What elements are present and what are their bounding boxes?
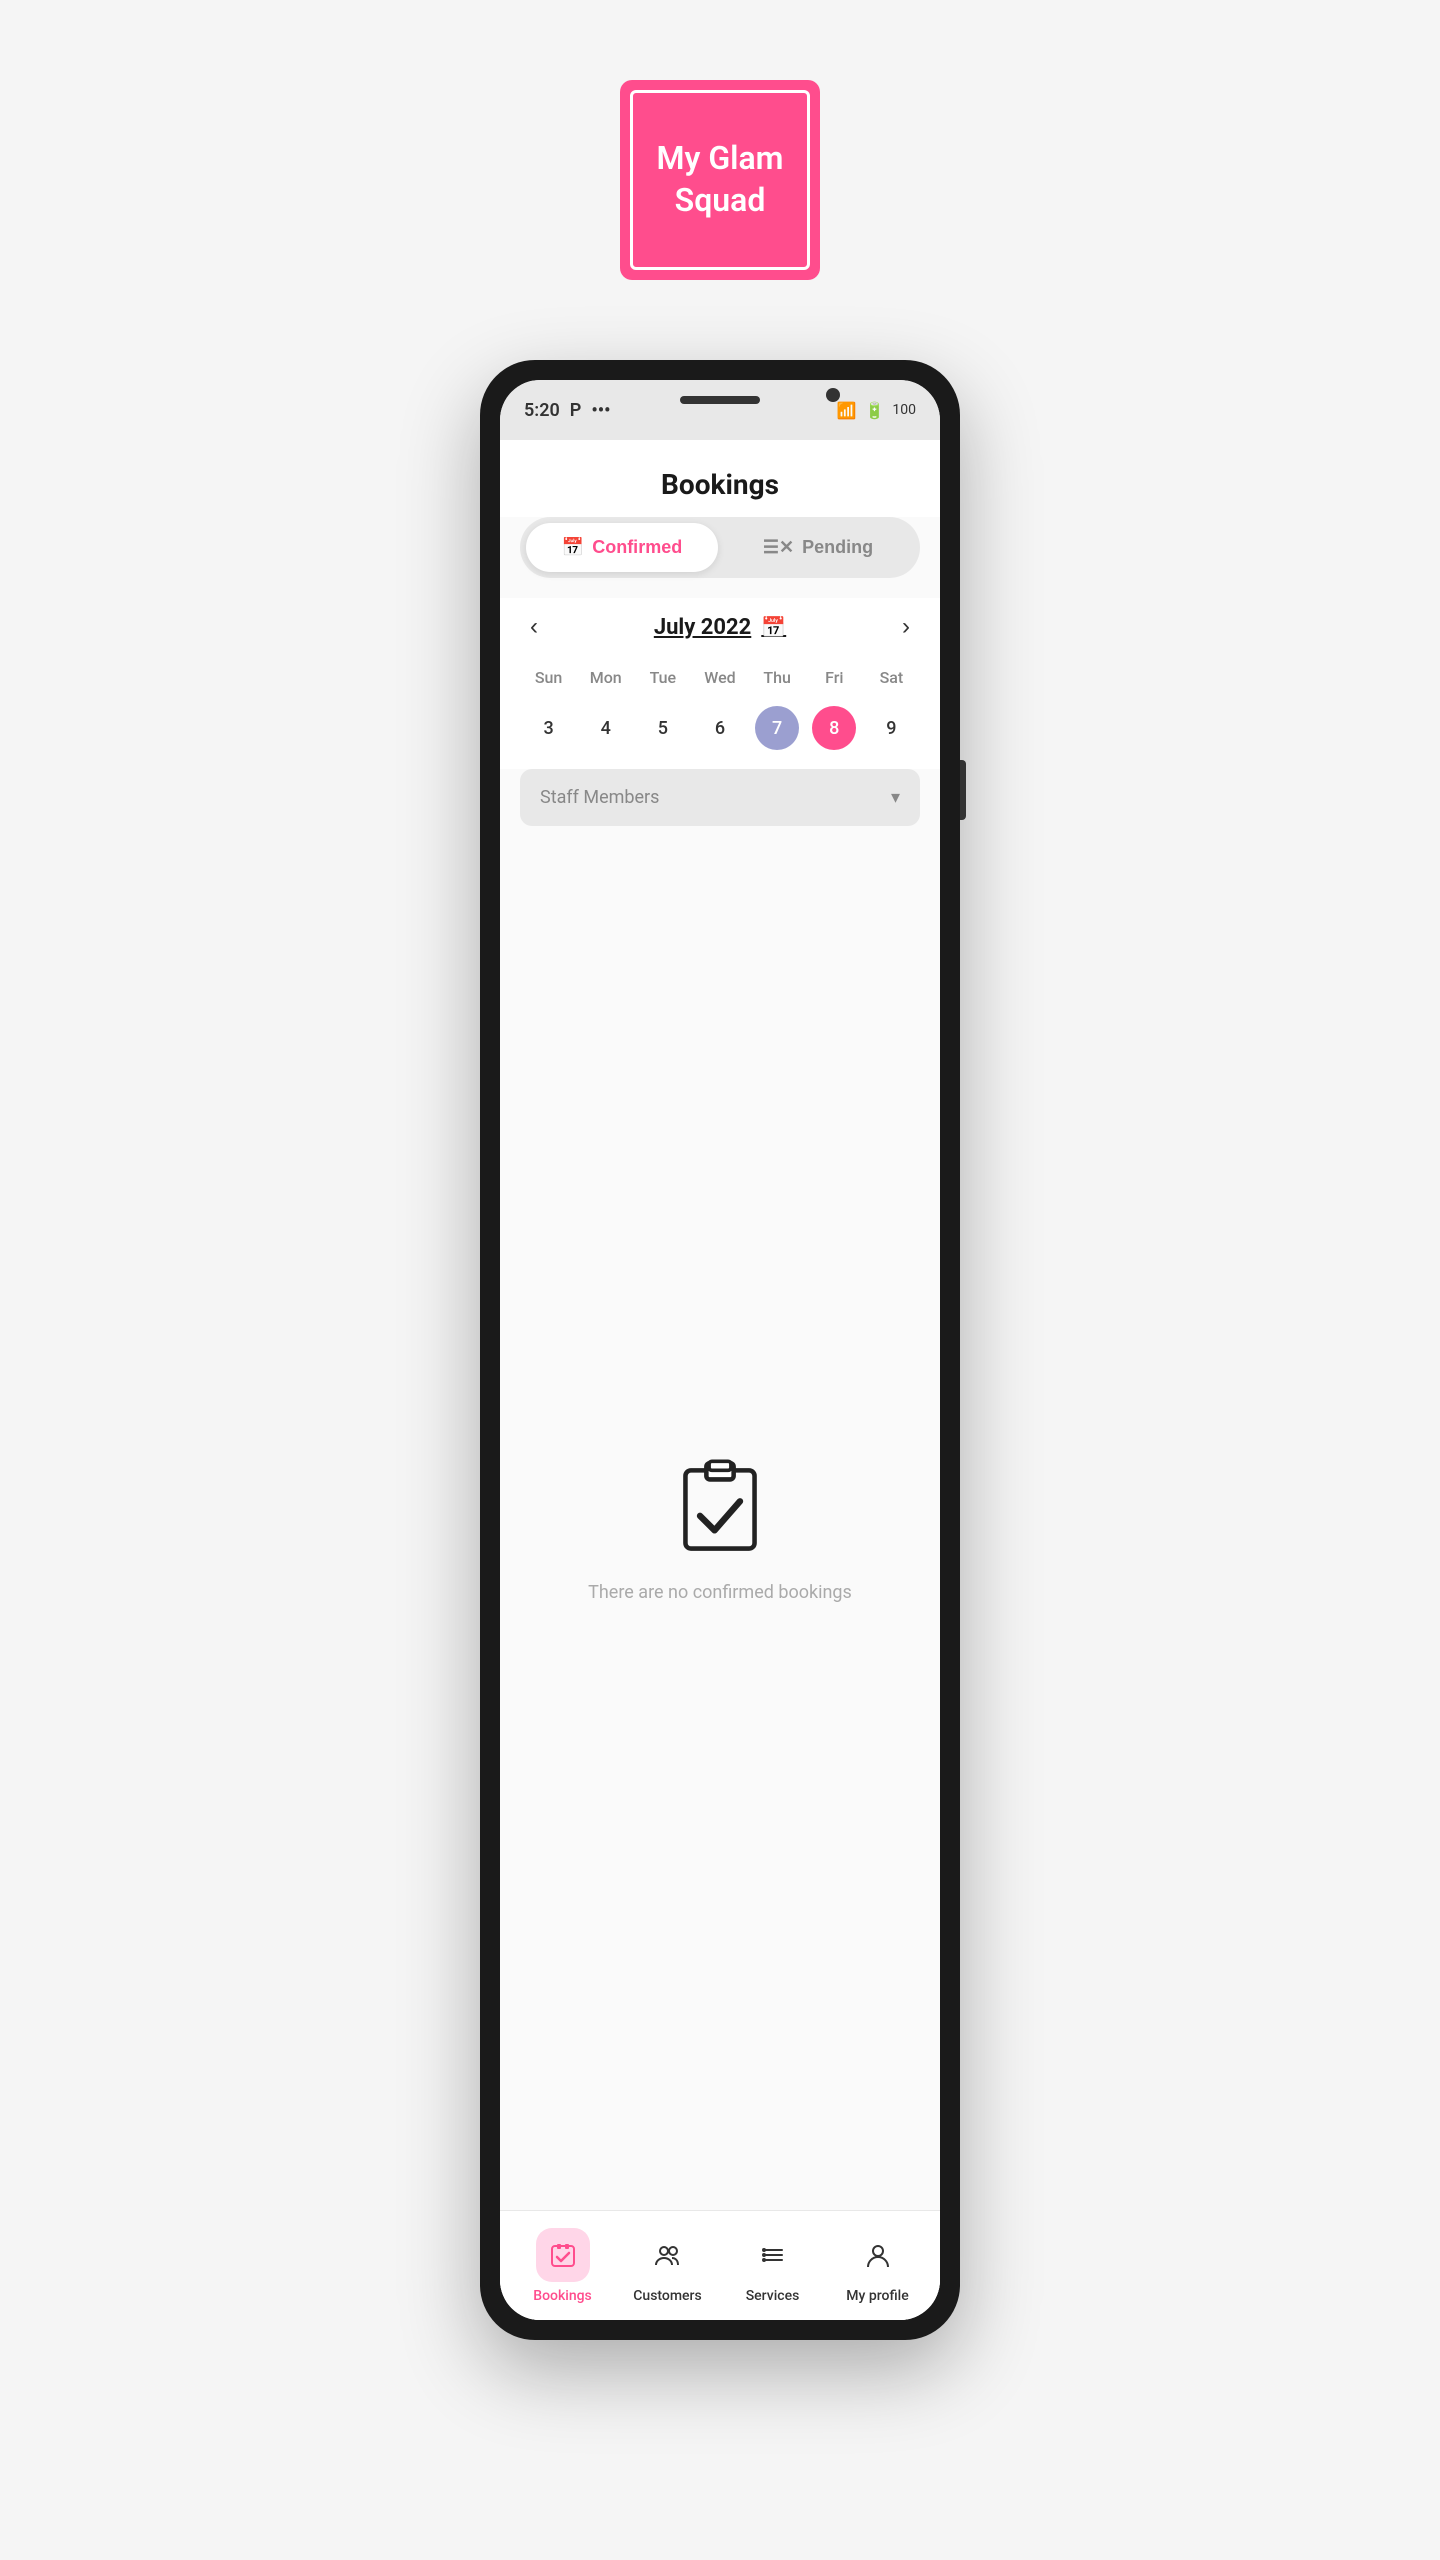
profile-icon-wrap	[851, 2228, 905, 2282]
status-carrier: P	[570, 400, 582, 421]
tab-confirmed-label: Confirmed	[592, 537, 682, 558]
calendar-month-title: July 2022 📅	[654, 615, 786, 640]
calendar-day-8[interactable]: 8	[812, 706, 856, 750]
day-header-sun: Sun	[520, 662, 577, 693]
app-logo: My GlamSquad	[620, 80, 820, 280]
nav-label-bookings: Bookings	[533, 2288, 592, 2304]
nav-item-bookings[interactable]: Bookings	[510, 2228, 615, 2304]
bottom-nav: Bookings Customers	[500, 2210, 940, 2320]
tab-confirmed[interactable]: 📅 Confirmed	[526, 523, 718, 572]
calendar-month-year: July 2022	[654, 615, 751, 640]
page-title: Bookings	[500, 440, 940, 517]
bookings-icon	[549, 2241, 577, 2269]
clipboard-icon-container	[670, 1454, 770, 1558]
nav-item-customers[interactable]: Customers	[615, 2228, 720, 2304]
day-header-tue: Tue	[634, 662, 691, 693]
empty-state-message: There are no confirmed bookings	[588, 1582, 852, 1603]
empty-state: There are no confirmed bookings	[500, 846, 940, 2210]
status-bar-right: 📶 🔋 100	[837, 401, 916, 420]
nav-label-profile: My profile	[846, 2288, 908, 2304]
customers-icon	[654, 2241, 682, 2269]
calendar-day-6[interactable]: 6	[691, 703, 748, 753]
bookings-icon-wrap	[536, 2228, 590, 2282]
phone-side-button	[960, 760, 966, 820]
status-dots: •••	[591, 400, 610, 421]
phone-camera	[826, 388, 840, 402]
calendar-next-button[interactable]: ›	[892, 608, 920, 646]
confirmed-icon: 📅	[562, 537, 584, 558]
clipboard-check-icon	[670, 1454, 770, 1554]
battery-icon: 🔋	[864, 401, 884, 420]
nav-label-customers: Customers	[633, 2288, 701, 2304]
services-icon	[759, 2241, 787, 2269]
staff-dropdown-label: Staff Members	[540, 787, 659, 808]
status-time: 5:20	[524, 400, 560, 421]
tab-pending-label: Pending	[802, 537, 873, 558]
nav-item-services[interactable]: Services	[720, 2228, 825, 2304]
customers-icon-wrap	[641, 2228, 695, 2282]
day-header-sat: Sat	[863, 662, 920, 693]
pending-icon: ☰✕	[763, 537, 794, 558]
calendar-header: ‹ July 2022 📅 ›	[520, 598, 920, 662]
staff-members-dropdown[interactable]: Staff Members ▾	[520, 769, 920, 826]
screen-content: Bookings 📅 Confirmed ☰✕ Pending ‹ July 2…	[500, 440, 940, 2320]
tab-pending[interactable]: ☰✕ Pending	[722, 523, 914, 572]
profile-icon	[864, 2241, 892, 2269]
nav-item-profile[interactable]: My profile	[825, 2228, 930, 2304]
status-bar-left: 5:20 P •••	[524, 400, 610, 421]
phone-speaker	[680, 396, 760, 404]
calendar-day-9[interactable]: 9	[863, 703, 920, 753]
calendar-day-5[interactable]: 5	[634, 703, 691, 753]
tab-switcher: 📅 Confirmed ☰✕ Pending	[520, 517, 920, 578]
status-bar: 5:20 P ••• 📶 🔋 100	[500, 380, 940, 440]
chevron-down-icon: ▾	[891, 787, 900, 808]
logo-text: My GlamSquad	[657, 138, 784, 221]
nav-label-services: Services	[746, 2288, 800, 2304]
services-icon-wrap	[746, 2228, 800, 2282]
calendar-prev-button[interactable]: ‹	[520, 608, 548, 646]
phone-screen: 5:20 P ••• 📶 🔋 100 Bookings 📅 Confirmed	[500, 380, 940, 2320]
battery-level: 100	[892, 402, 916, 418]
wifi-icon: 📶	[837, 401, 857, 420]
calendar-section: ‹ July 2022 📅 › Sun Mon Tue Wed Thu Fri …	[500, 598, 940, 769]
day-header-mon: Mon	[577, 662, 634, 693]
calendar-day-3[interactable]: 3	[520, 703, 577, 753]
calendar-day-4[interactable]: 4	[577, 703, 634, 753]
calendar-day-7[interactable]: 7	[755, 706, 799, 750]
phone-frame: 5:20 P ••• 📶 🔋 100 Bookings 📅 Confirmed	[480, 360, 960, 2340]
day-header-fri: Fri	[806, 662, 863, 693]
day-header-wed: Wed	[691, 662, 748, 693]
calendar-days-header: Sun Mon Tue Wed Thu Fri Sat	[520, 662, 920, 693]
calendar-days: 3 4 5 6 7 8 9	[520, 703, 920, 753]
calendar-icon: 📅	[761, 615, 786, 639]
day-header-thu: Thu	[749, 662, 806, 693]
